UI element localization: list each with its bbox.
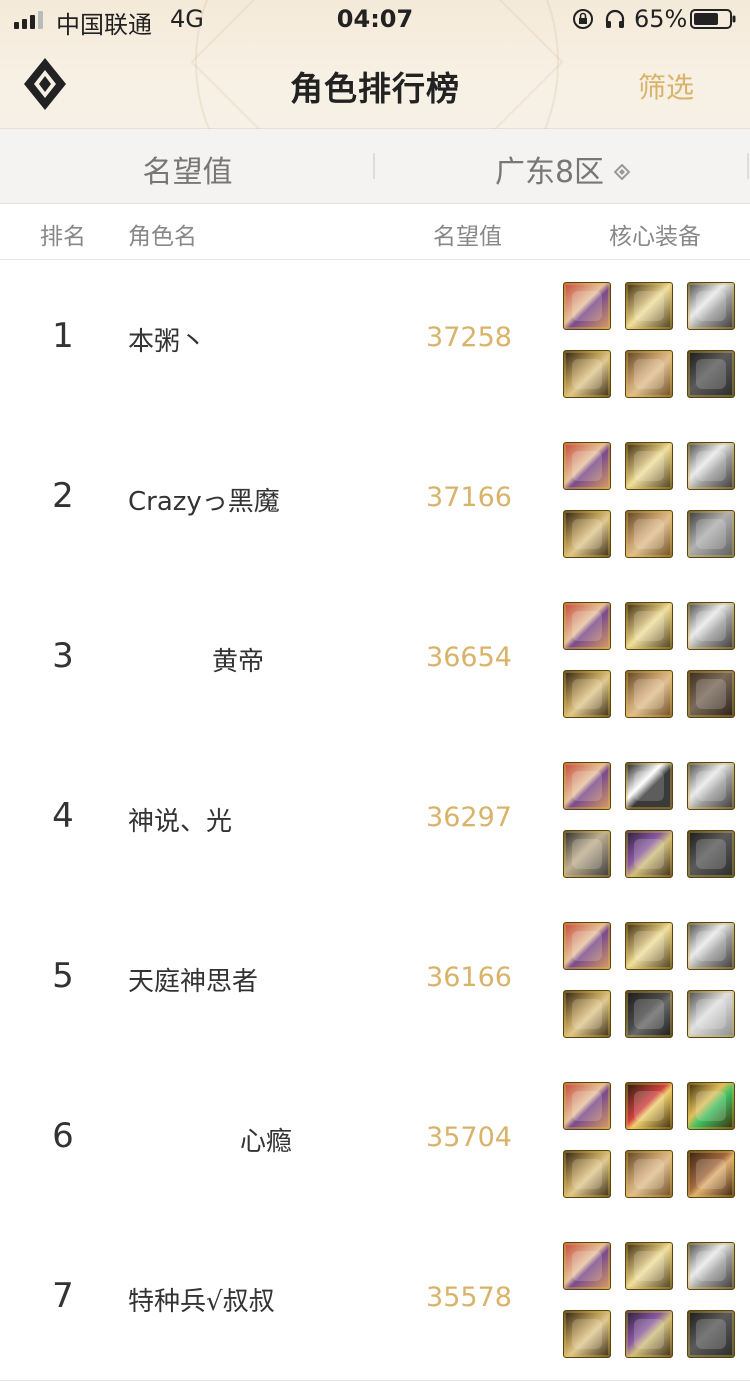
filter-bar: 名望值 广东8区: [0, 129, 750, 204]
core-equipment-grid: [563, 282, 735, 400]
reputation-score: 35704: [426, 1122, 512, 1153]
character-name[interactable]: Crazyっ黑魔: [128, 481, 280, 518]
shoulder-icon[interactable]: [687, 282, 735, 330]
status-bar: 中国联通 4G 04:07 65%: [0, 0, 750, 40]
table-row[interactable]: 2 Crazyっ黑魔 37166: [0, 420, 750, 581]
weapon-icon[interactable]: [563, 922, 611, 970]
ring-icon[interactable]: [625, 762, 673, 810]
headset-icon[interactable]: [563, 830, 611, 878]
headphone-icon: [605, 9, 625, 28]
weapon-icon[interactable]: [563, 602, 611, 650]
dropdown-diamond-icon: [614, 163, 631, 180]
table-row[interactable]: 1 本粥丶 37258: [0, 260, 750, 421]
glove-icon[interactable]: [563, 510, 611, 558]
table-header: 排名 角色名 名望值 核心装备: [0, 204, 750, 260]
helm-icon[interactable]: [625, 282, 673, 330]
rank-number: 7: [52, 1276, 74, 1316]
character-name[interactable]: 特种兵√叔叔: [128, 1281, 275, 1318]
server-dropdown[interactable]: 广东8区: [375, 147, 750, 191]
rank-number: 1: [52, 316, 74, 356]
shoulder-icon[interactable]: [687, 1242, 735, 1290]
character-name[interactable]: 天庭神思者: [128, 961, 258, 998]
rank-number: 4: [52, 796, 74, 836]
weapon-icon[interactable]: [563, 442, 611, 490]
core-equipment-grid: [563, 762, 735, 880]
character-name[interactable]: 黄帝: [212, 641, 264, 678]
pants-icon[interactable]: [687, 350, 735, 398]
core-equipment-grid: [563, 602, 735, 720]
battery-icon: [690, 9, 736, 29]
glove-icon[interactable]: [563, 1310, 611, 1358]
table-row[interactable]: 5 天庭神思者 36166: [0, 900, 750, 1061]
table-row[interactable]: 7 特种兵√叔叔 35578: [0, 1220, 750, 1381]
core-equipment-grid: [563, 442, 735, 560]
chest-icon[interactable]: [625, 670, 673, 718]
battery-percent: 65%: [634, 5, 688, 33]
shoulder-icon[interactable]: [687, 442, 735, 490]
chest-icon[interactable]: [625, 1150, 673, 1198]
belt-icon[interactable]: [687, 1150, 735, 1198]
armor-icon[interactable]: [625, 830, 673, 878]
gem-icon[interactable]: [687, 1082, 735, 1130]
skirt-icon[interactable]: [687, 990, 735, 1038]
reputation-score: 37166: [426, 482, 512, 513]
table-row[interactable]: 6 心瘾 35704: [0, 1060, 750, 1221]
glove-icon[interactable]: [563, 990, 611, 1038]
pants-icon[interactable]: [687, 1310, 735, 1358]
core-equipment-grid: [563, 1242, 735, 1360]
reputation-score: 35578: [426, 1282, 512, 1313]
boots-icon[interactable]: [687, 510, 735, 558]
table-row[interactable]: 3 黄帝 36654: [0, 580, 750, 741]
filter-button[interactable]: 筛选: [638, 66, 694, 106]
helm-icon[interactable]: [625, 1242, 673, 1290]
rank-number: 3: [52, 636, 74, 676]
app-header: 中国联通 4G 04:07 65% 角色排行榜 筛选: [0, 0, 750, 249]
shoulder-icon[interactable]: [687, 602, 735, 650]
glove-icon[interactable]: [563, 1150, 611, 1198]
helm-icon[interactable]: [625, 602, 673, 650]
core-equipment-grid: [563, 1082, 735, 1200]
server-label: 广东8区: [494, 155, 605, 190]
shoulder-icon[interactable]: [687, 762, 735, 810]
red-ring-icon[interactable]: [625, 1082, 673, 1130]
rank-number: 5: [52, 956, 74, 996]
weapon-icon[interactable]: [563, 1242, 611, 1290]
shoulder-icon[interactable]: [687, 922, 735, 970]
glove-icon[interactable]: [563, 350, 611, 398]
chest-icon[interactable]: [625, 350, 673, 398]
reputation-score: 36166: [426, 962, 512, 993]
pants-icon[interactable]: [687, 830, 735, 878]
weapon-icon[interactable]: [563, 762, 611, 810]
column-rank: 排名: [40, 224, 86, 250]
helm-icon[interactable]: [625, 442, 673, 490]
armor-icon[interactable]: [625, 1310, 673, 1358]
dark-chest-icon[interactable]: [625, 990, 673, 1038]
helm-icon[interactable]: [625, 922, 673, 970]
sort-dropdown[interactable]: 名望值: [0, 147, 375, 191]
glove-icon[interactable]: [563, 670, 611, 718]
character-name[interactable]: 本粥丶: [128, 321, 206, 358]
column-score: 名望值: [433, 224, 502, 250]
reputation-score: 36654: [426, 642, 512, 673]
character-name[interactable]: 神说、光: [128, 801, 232, 838]
cloak-icon[interactable]: [687, 670, 735, 718]
column-name: 角色名: [128, 224, 197, 250]
weapon-icon[interactable]: [563, 282, 611, 330]
divider: [747, 153, 749, 179]
weapon-icon[interactable]: [563, 1082, 611, 1130]
rotation-lock-icon: [573, 9, 593, 29]
reputation-score: 36297: [426, 802, 512, 833]
reputation-score: 37258: [426, 322, 512, 353]
character-name[interactable]: 心瘾: [240, 1121, 292, 1158]
rank-number: 2: [52, 476, 74, 516]
table-row[interactable]: 4 神说、光 36297: [0, 740, 750, 901]
core-equipment-grid: [563, 922, 735, 1040]
chest-icon[interactable]: [625, 510, 673, 558]
column-gear: 核心装备: [609, 224, 701, 250]
rank-number: 6: [52, 1116, 74, 1156]
